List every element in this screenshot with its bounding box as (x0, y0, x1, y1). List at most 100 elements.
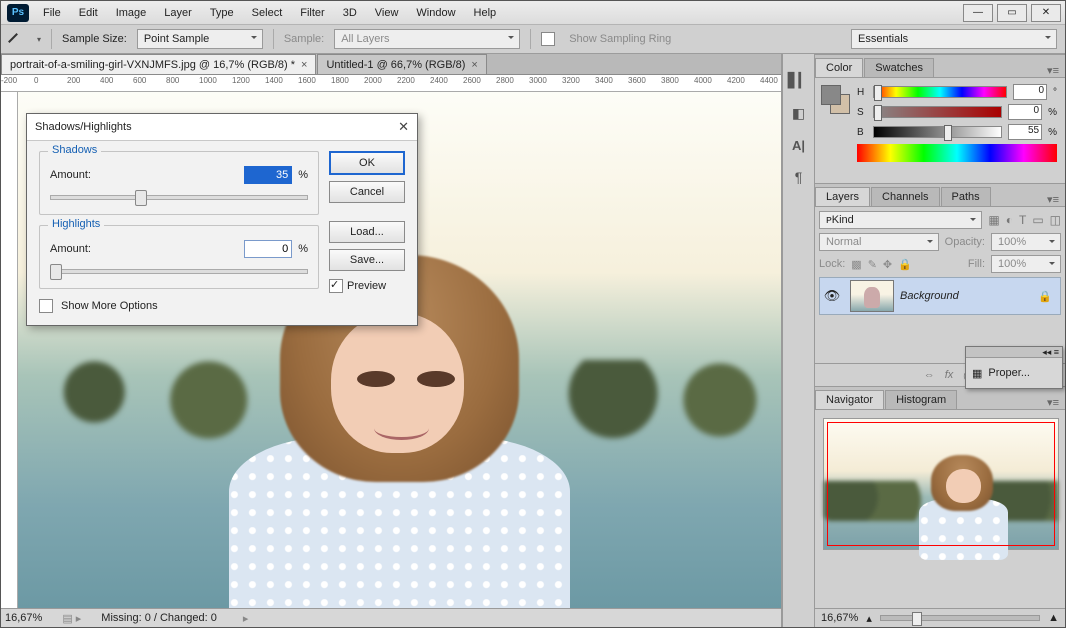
maximize-button[interactable]: ▭ (997, 4, 1027, 22)
visibility-eye-icon[interactable]: 👁 (820, 288, 844, 304)
document-tabs: portrait-of-a-smiling-girl-VXNJMFS.jpg @… (1, 54, 781, 75)
highlights-amount-label: Amount: (50, 243, 238, 255)
tab-navigator[interactable]: Navigator (815, 390, 884, 409)
menu-edit[interactable]: Edit (71, 4, 106, 22)
close-icon[interactable]: × (471, 59, 477, 71)
filter-pixel-icon[interactable]: ▦ (988, 213, 999, 227)
cancel-button[interactable]: Cancel (329, 181, 405, 203)
separator (530, 29, 531, 49)
minimize-button[interactable]: — (963, 4, 993, 22)
tab-swatches[interactable]: Swatches (864, 58, 934, 77)
properties-icon[interactable]: ▦ (972, 367, 982, 380)
eyedropper-tool-icon[interactable] (9, 30, 27, 48)
lock-icon: 🔒 (1038, 290, 1052, 303)
menu-type[interactable]: Type (202, 4, 242, 22)
hue-slider[interactable] (873, 86, 1007, 98)
document-tab[interactable]: Untitled-1 @ 66,7% (RGB/8) × (317, 54, 486, 74)
document-tab[interactable]: portrait-of-a-smiling-girl-VXNJMFS.jpg @… (1, 54, 316, 74)
history-panel-icon[interactable]: ▋▎ (788, 72, 810, 89)
load-button[interactable]: Load... (329, 221, 405, 243)
filter-type-icon[interactable]: T (1019, 213, 1026, 227)
link-layers-icon[interactable]: ⇔ (924, 369, 935, 381)
workspace-dropdown[interactable]: Essentials (851, 29, 1057, 49)
shadows-group: Shadows Amount: % (39, 151, 319, 215)
layer-row[interactable]: 👁 Background 🔒 (819, 277, 1061, 315)
menu-file[interactable]: File (35, 4, 69, 22)
sat-value[interactable]: 0 (1008, 104, 1042, 120)
color-spectrum[interactable] (857, 144, 1057, 162)
highlights-amount-slider[interactable] (50, 264, 308, 278)
filter-smart-icon[interactable]: ◫ (1050, 213, 1061, 227)
preview-label: Preview (347, 280, 386, 292)
lock-move-icon[interactable]: ✥ (883, 258, 892, 271)
highlights-amount-input[interactable] (244, 240, 292, 258)
panel-collapse-icon[interactable]: ◂◂ ≡ (966, 347, 1062, 358)
navigator-viewbox[interactable] (827, 422, 1055, 546)
dialog-close-icon[interactable]: ✕ (398, 119, 409, 135)
menu-layer[interactable]: Layer (156, 4, 200, 22)
shadows-amount-input[interactable] (244, 166, 292, 184)
opacity-field[interactable]: 100% (991, 233, 1061, 251)
panel-menu-icon[interactable]: ▾≡ (1041, 396, 1065, 409)
layer-filter-kind[interactable]: ᴘ Kind (819, 211, 982, 229)
tab-histogram[interactable]: Histogram (885, 390, 957, 409)
menu-window[interactable]: Window (408, 4, 463, 22)
save-button[interactable]: Save... (329, 249, 405, 271)
ruler-vertical[interactable] (1, 92, 18, 608)
lock-all-icon[interactable]: 🔒 (898, 258, 912, 271)
foreground-swatch[interactable] (821, 85, 841, 105)
titlebar: Ps File Edit Image Layer Type Select Fil… (1, 1, 1065, 25)
menu-help[interactable]: Help (466, 4, 505, 22)
close-button[interactable]: ✕ (1031, 4, 1061, 22)
bri-value[interactable]: 55 (1008, 124, 1042, 140)
zoom-out-icon[interactable]: ▴ (866, 612, 872, 625)
blend-mode-dropdown[interactable]: Normal (819, 233, 939, 251)
brightness-slider[interactable] (873, 126, 1002, 138)
shadows-group-label: Shadows (48, 144, 101, 156)
app-logo-icon: Ps (7, 4, 29, 22)
zoom-in-icon[interactable]: ▲ (1048, 612, 1059, 624)
hue-value[interactable]: 0 (1013, 84, 1047, 100)
layer-name[interactable]: Background (900, 290, 1030, 302)
tab-channels[interactable]: Channels (871, 187, 939, 206)
layer-fx-icon[interactable]: fx (945, 369, 954, 381)
menu-3d[interactable]: 3D (335, 4, 365, 22)
character-panel-icon[interactable]: A| (792, 138, 805, 153)
close-icon[interactable]: × (301, 59, 307, 71)
ruler-horizontal[interactable]: -200020040060080010001200140016001800200… (1, 75, 781, 92)
paragraph-panel-icon[interactable]: ¶ (795, 169, 803, 185)
navigator-thumbnail[interactable] (823, 418, 1059, 550)
show-more-options-checkbox[interactable] (39, 299, 53, 313)
dialog-title: Shadows/Highlights (35, 121, 132, 133)
zoom-readout[interactable]: 16,67% (5, 612, 42, 624)
menu-select[interactable]: Select (244, 4, 291, 22)
ok-button[interactable]: OK (329, 151, 405, 175)
menu-view[interactable]: View (367, 4, 407, 22)
layer-filter-icons[interactable]: ▦ ◐ T ▭ ◫ (988, 213, 1061, 227)
saturation-slider[interactable] (873, 106, 1002, 118)
tab-color[interactable]: Color (815, 58, 863, 77)
layer-thumbnail[interactable] (850, 280, 894, 312)
show-more-options-label: Show More Options (61, 300, 158, 312)
lock-paint-icon[interactable]: ✎ (868, 258, 877, 271)
lock-transparent-icon[interactable]: ▩ (851, 258, 861, 271)
menu-image[interactable]: Image (108, 4, 155, 22)
filter-shape-icon[interactable]: ▭ (1032, 213, 1043, 227)
menu-filter[interactable]: Filter (292, 4, 332, 22)
preview-checkbox[interactable] (329, 279, 343, 293)
separator (51, 29, 52, 49)
tab-paths[interactable]: Paths (941, 187, 991, 206)
document-tab-label: Untitled-1 @ 66,7% (RGB/8) (326, 59, 465, 71)
panel-menu-icon[interactable]: ▾≡ (1041, 64, 1065, 77)
navigator-zoom-slider[interactable] (880, 615, 1040, 621)
sample-size-dropdown[interactable]: Point Sample (137, 29, 263, 49)
filter-adjust-icon[interactable]: ◐ (1006, 213, 1013, 227)
tab-layers[interactable]: Layers (815, 187, 870, 206)
navigator-zoom[interactable]: 16,67% (821, 612, 858, 624)
actions-panel-icon[interactable]: ◧ (792, 105, 805, 122)
panel-menu-icon[interactable]: ▾≡ (1041, 193, 1065, 206)
show-sampling-checkbox (541, 32, 555, 46)
properties-floating-panel[interactable]: ◂◂ ≡ ▦ Proper... (965, 346, 1063, 389)
shadows-amount-slider[interactable] (50, 190, 308, 204)
fill-field[interactable]: 100% (991, 255, 1061, 273)
